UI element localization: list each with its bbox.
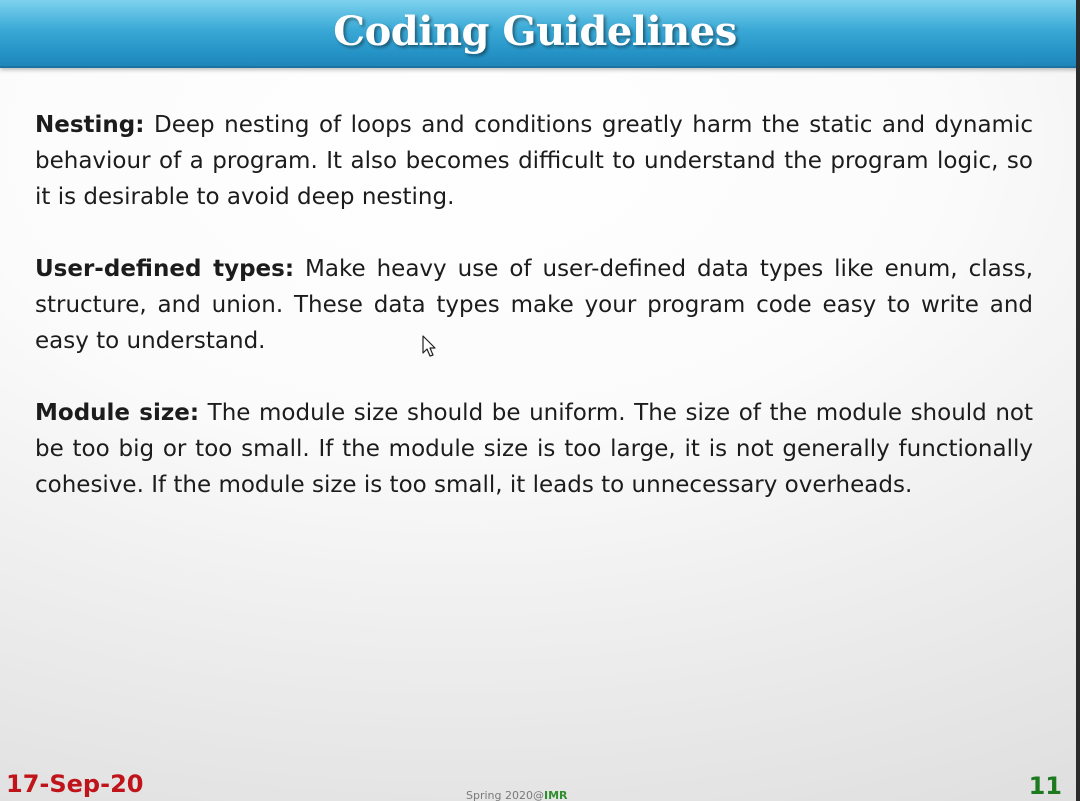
window-edge <box>1076 0 1080 801</box>
term-module-size: Module size: <box>35 400 200 426</box>
footer-date: 17-Sep-20 <box>6 770 144 798</box>
slide-title: Coding Guidelines <box>333 8 737 55</box>
slide-content: Nesting: Deep nesting of loops and condi… <box>35 107 1033 539</box>
footer-copyright-text: Spring 2020@ <box>466 789 544 801</box>
title-bar: Coding Guidelines <box>0 0 1080 68</box>
page-number: 11 <box>1028 772 1062 800</box>
paragraph-nesting: Nesting: Deep nesting of loops and condi… <box>35 107 1033 215</box>
paragraph-user-defined-types: User-defined types: Make heavy use of us… <box>35 251 1033 359</box>
footer-copyright: Spring 2020@IMR <box>466 789 568 801</box>
term-nesting: Nesting: <box>35 112 145 138</box>
mouse-pointer-icon <box>422 335 436 357</box>
paragraph-module-size: Module size: The module size should be u… <box>35 395 1033 503</box>
footer-brand: IMR <box>544 789 568 801</box>
term-user-defined-types: User-defined types: <box>35 256 295 282</box>
text-nesting: Deep nesting of loops and conditions gre… <box>35 112 1034 210</box>
